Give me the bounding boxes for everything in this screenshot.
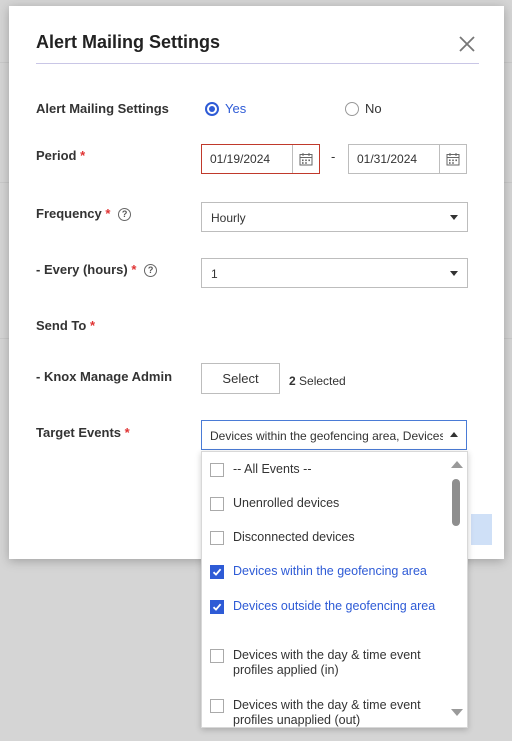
option-disconnected-devices[interactable]: Disconnected devices: [210, 530, 438, 545]
option-label: Disconnected devices: [233, 530, 355, 544]
required-marker: *: [89, 318, 95, 333]
chevron-up-icon: [450, 432, 458, 437]
scroll-up-arrow-icon[interactable]: [451, 461, 463, 468]
period-label-text: Period: [36, 148, 77, 163]
option-label: Devices within the geofencing area: [233, 564, 427, 578]
frequency-value: Hourly: [211, 211, 246, 225]
period-label: Period *: [36, 148, 85, 163]
period-start-field[interactable]: 01/19/2024: [201, 144, 320, 174]
chevron-down-icon: [450, 271, 458, 276]
radio-no[interactable]: No: [345, 101, 382, 116]
every-hours-label: - Every (hours) * ?: [36, 262, 158, 277]
target-events-select[interactable]: Devices within the geofencing area, Devi…: [201, 420, 467, 450]
selected-count-suffix: Selected: [299, 374, 346, 388]
radio-yes[interactable]: Yes: [205, 101, 246, 116]
required-marker: *: [131, 262, 137, 277]
selected-count-number: 2: [289, 374, 296, 388]
period-end-value: 01/31/2024: [357, 152, 418, 166]
calendar-icon[interactable]: [439, 145, 466, 173]
radio-yes-indicator[interactable]: [205, 101, 219, 116]
period-separator: -: [331, 149, 336, 164]
required-marker: *: [124, 425, 130, 440]
help-icon[interactable]: ?: [118, 208, 132, 221]
checkbox-checked[interactable]: [210, 565, 224, 579]
selected-count: 2 Selected: [289, 374, 346, 388]
target-events-dropdown: -- All Events -- Unenrolled devices Disc…: [201, 451, 468, 728]
option-label: Devices outside the geofencing area: [233, 599, 436, 613]
scrollbar-thumb[interactable]: [452, 479, 460, 526]
close-icon[interactable]: [455, 32, 479, 56]
checkbox[interactable]: [210, 497, 224, 511]
radio-yes-label: Yes: [225, 101, 247, 116]
title-divider: [36, 63, 479, 64]
radio-no-indicator[interactable]: [345, 101, 359, 116]
send-to-label: Send To *: [36, 318, 95, 333]
option-time-event-applied[interactable]: Devices with the day & time event profil…: [210, 648, 438, 678]
dialog-title: Alert Mailing Settings: [36, 32, 221, 52]
every-hours-label-text: - Every (hours): [36, 262, 128, 277]
required-marker: *: [80, 148, 86, 163]
option-label: Devices with the day & time event profil…: [233, 648, 421, 677]
period-start-value: 01/19/2024: [210, 152, 271, 166]
checkbox[interactable]: [210, 649, 224, 663]
checkbox-checked[interactable]: [210, 600, 224, 614]
checkbox[interactable]: [210, 531, 224, 545]
mailing-label: Alert Mailing Settings: [36, 101, 169, 116]
option-label: -- All Events --: [233, 462, 312, 476]
frequency-label: Frequency * ?: [36, 206, 132, 221]
frequency-label-text: Frequency: [36, 206, 102, 221]
help-icon[interactable]: ?: [144, 264, 158, 277]
option-all-events[interactable]: -- All Events --: [210, 462, 438, 477]
option-outside-geofencing[interactable]: Devices outside the geofencing area: [210, 599, 438, 614]
partially-hidden-button[interactable]: [471, 514, 492, 545]
every-hours-value: 1: [211, 267, 218, 281]
option-time-event-unapplied[interactable]: Devices with the day & time event profil…: [210, 698, 438, 727]
checkbox[interactable]: [210, 699, 224, 713]
calendar-icon[interactable]: [292, 145, 319, 173]
select-admin-button[interactable]: Select: [201, 363, 280, 394]
send-to-label-text: Send To: [36, 318, 87, 333]
option-label: Unenrolled devices: [233, 496, 340, 510]
option-unenrolled-devices[interactable]: Unenrolled devices: [210, 496, 438, 511]
period-end-field[interactable]: 01/31/2024: [348, 144, 467, 174]
scroll-down-arrow-icon[interactable]: [451, 709, 463, 716]
target-events-label-text: Target Events: [36, 425, 122, 440]
option-label: Devices with the day & time event profil…: [233, 698, 421, 727]
chevron-down-icon: [450, 215, 458, 220]
checkbox[interactable]: [210, 463, 224, 477]
option-within-geofencing[interactable]: Devices within the geofencing area: [210, 564, 438, 579]
required-marker: *: [105, 206, 111, 221]
frequency-select[interactable]: Hourly: [201, 202, 468, 232]
knox-admin-label: - Knox Manage Admin: [36, 369, 173, 384]
radio-no-label: No: [365, 101, 382, 116]
target-events-value: Devices within the geofencing area, Devi…: [210, 429, 443, 443]
target-events-label: Target Events *: [36, 425, 130, 440]
every-hours-select[interactable]: 1: [201, 258, 468, 288]
